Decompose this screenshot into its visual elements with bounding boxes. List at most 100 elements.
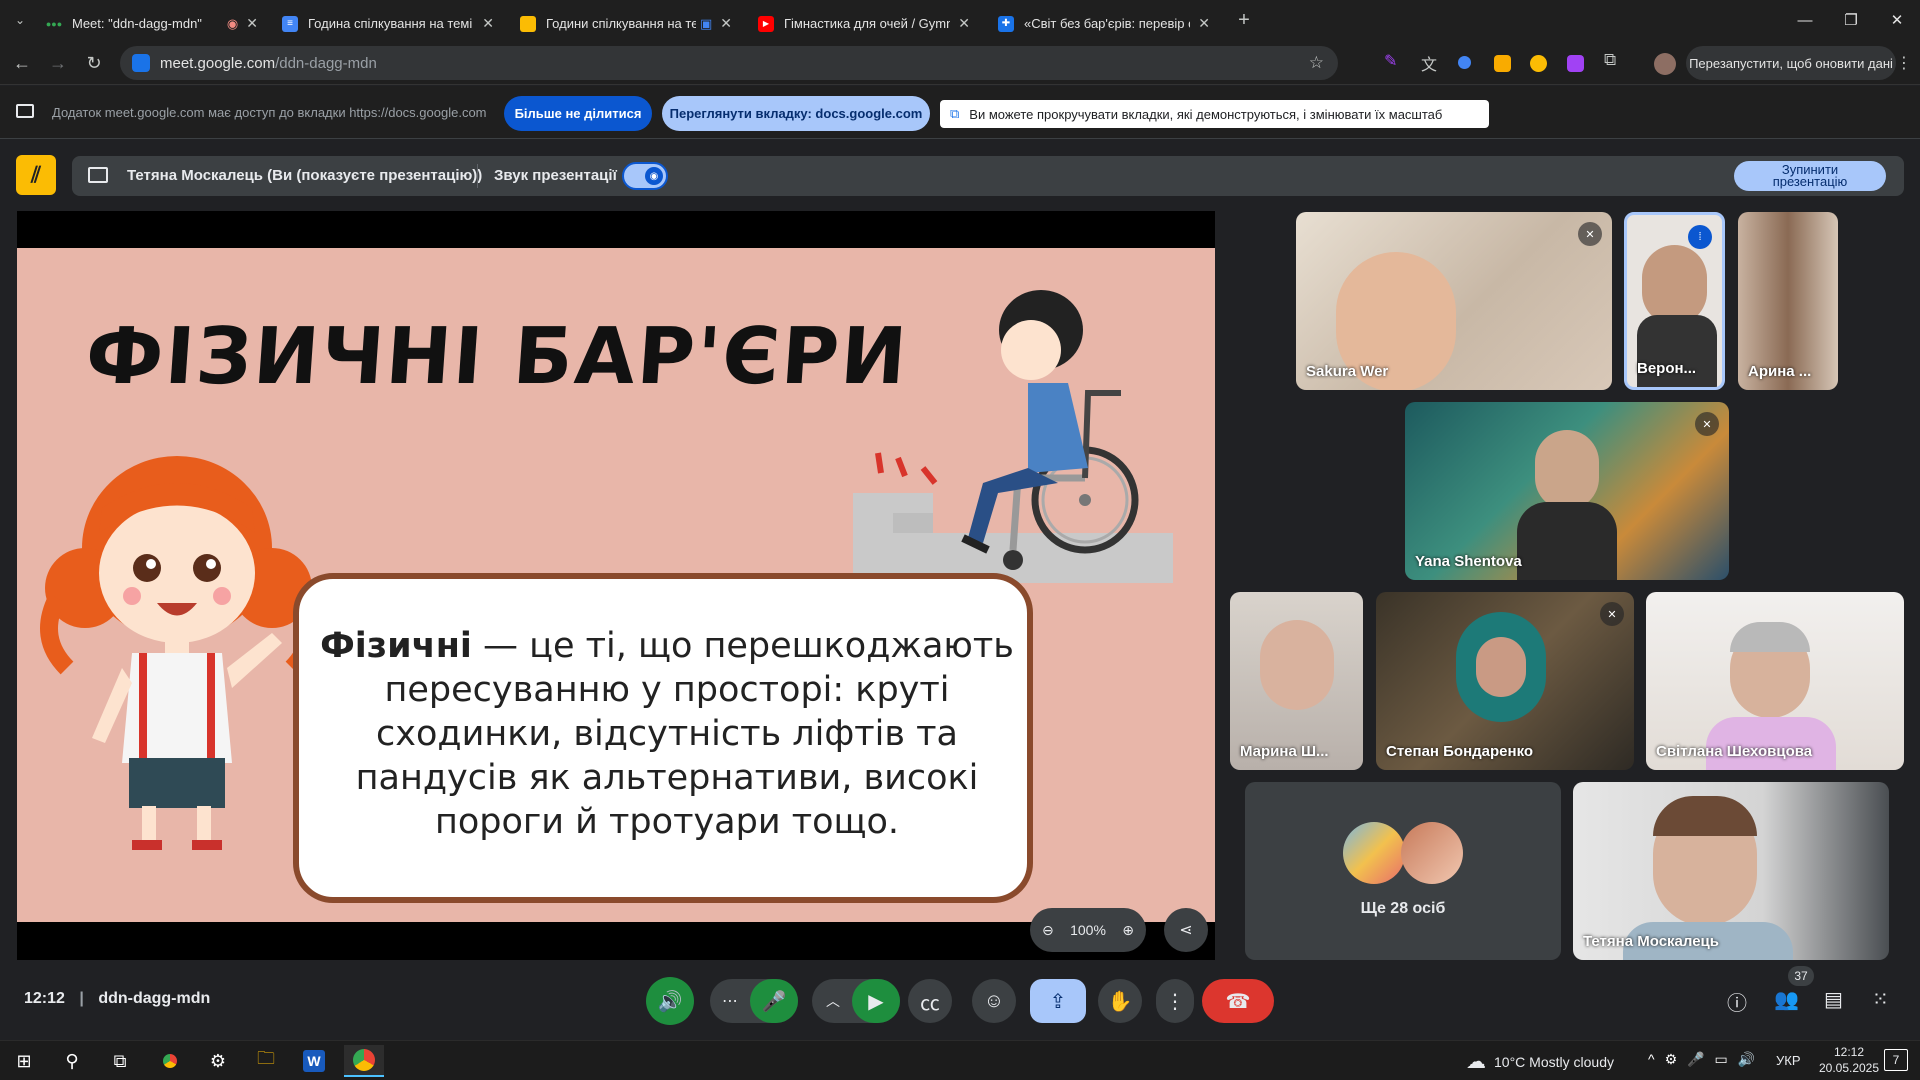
- raise-hand-button[interactable]: ✋: [1098, 979, 1142, 1023]
- yellow-extension-icon[interactable]: [1494, 55, 1511, 72]
- minimize-icon[interactable]: —: [1782, 0, 1828, 40]
- chrome-active-icon[interactable]: [344, 1045, 384, 1077]
- blue-dot-extension-icon[interactable]: [1458, 56, 1471, 69]
- close-icon[interactable]: ✕: [720, 15, 732, 32]
- zoom-in-icon[interactable]: ⊕: [1122, 922, 1134, 939]
- tray-icons[interactable]: ^⚙🎤▭🔊: [1648, 1051, 1765, 1068]
- close-icon[interactable]: ✕: [1198, 15, 1210, 32]
- leave-call-button[interactable]: ☎: [1202, 979, 1274, 1023]
- participant-name: Yana Shentova: [1415, 553, 1522, 570]
- close-icon[interactable]: ✕: [958, 15, 970, 32]
- wheelchair-illustration: [853, 290, 1173, 583]
- tab-search-chevron-icon[interactable]: ⌄: [6, 6, 34, 34]
- reload-icon[interactable]: ↻: [80, 49, 108, 77]
- participant-tile[interactable]: Світлана Шеховцова: [1646, 592, 1904, 770]
- participant-tile[interactable]: ✕ Степан Бондаренко: [1376, 592, 1634, 770]
- chevron-up-icon[interactable]: ︿: [826, 991, 840, 1011]
- emoji-extension-icon[interactable]: [1530, 55, 1547, 72]
- task-view-icon[interactable]: ⧉: [100, 1045, 140, 1077]
- tab-title: Meet: "ddn-dagg-mdn": [72, 16, 202, 31]
- audio-output-button[interactable]: 🔊: [646, 977, 694, 1025]
- others-tile[interactable]: Ще 28 осіб: [1245, 782, 1561, 960]
- stop-sharing-button[interactable]: Більше не ділитися: [504, 96, 652, 131]
- activities-icon[interactable]: ⁙: [1872, 987, 1889, 1012]
- participant-tile[interactable]: Арина ...: [1738, 212, 1838, 390]
- participant-tile[interactable]: ✕ Sakura Wer: [1296, 212, 1612, 390]
- browser-toolbar: ← → ↻ meet.google.com/ddn-dagg-mdn ☆ ✎ 文…: [0, 41, 1920, 85]
- restore-icon[interactable]: ❐: [1828, 0, 1874, 40]
- captions-icon: ㏄: [920, 992, 940, 1015]
- presenting-label: Тетяна Москалець (Ви (показуєте презента…: [127, 167, 483, 184]
- participant-tile[interactable]: ✕ Yana Shentova: [1405, 402, 1729, 580]
- stop-presenting-button[interactable]: Зупинити презентацію: [1734, 161, 1886, 191]
- chat-icon[interactable]: ▤: [1824, 987, 1843, 1012]
- bookmark-star-icon[interactable]: ☆: [1309, 53, 1324, 73]
- tab-youtube[interactable]: ▶ Гімнастика для очей / Gymnas ✕: [748, 6, 980, 41]
- tab-slides[interactable]: Години спілкування на те ▣ ✕: [510, 6, 742, 41]
- participant-video: [1653, 796, 1757, 836]
- address-bar[interactable]: meet.google.com/ddn-dagg-mdn ☆: [120, 46, 1338, 80]
- present-button[interactable]: ⇪: [1030, 979, 1086, 1023]
- tab-site[interactable]: ✚ «Світ без бар'єрів: перевір себ ✕: [988, 6, 1220, 41]
- new-tab-icon[interactable]: +: [1230, 6, 1258, 34]
- meeting-info: 12:12 | ddn-dagg-mdn: [24, 990, 211, 1007]
- chrome-icon[interactable]: [150, 1045, 190, 1077]
- info-icon[interactable]: ⓘ: [1727, 987, 1747, 1016]
- present-icon: ⇪: [1049, 990, 1067, 1013]
- search-icon[interactable]: ⚲: [52, 1045, 92, 1077]
- participant-tile[interactable]: Марина Ш...: [1230, 592, 1363, 770]
- infobar-message: Додаток meet.google.com має доступ до вк…: [52, 105, 487, 120]
- meet-camera-icon: [132, 54, 150, 72]
- file-explorer-icon[interactable]: 🗀: [246, 1045, 286, 1077]
- presentation-audio-label: Звук презентації: [494, 167, 617, 184]
- windows-start-icon[interactable]: ⊞: [4, 1045, 44, 1077]
- weather-widget[interactable]: ☁ 10°C Mostly cloudy: [1466, 1049, 1614, 1074]
- notification-icon[interactable]: 7: [1884, 1049, 1908, 1071]
- participant-video: [1517, 502, 1617, 580]
- speaker-icon: 🔊: [657, 990, 683, 1013]
- language-indicator[interactable]: УКР: [1776, 1053, 1801, 1068]
- more-options-button[interactable]: ⋮: [1156, 979, 1194, 1023]
- reactions-button[interactable]: ☺: [972, 979, 1016, 1023]
- meeting-time: 12:12: [24, 990, 65, 1007]
- url-host: meet.google.com: [160, 54, 276, 72]
- mic-button[interactable]: 🎤: [750, 979, 798, 1023]
- tab-docs[interactable]: ≡ Година спілкування на темі ✕: [272, 6, 504, 41]
- participant-name: Sakura Wer: [1306, 363, 1389, 380]
- more-options-icon[interactable]: ⋯: [722, 991, 738, 1011]
- forward-icon[interactable]: →: [44, 49, 72, 77]
- people-icon[interactable]: 👥: [1774, 987, 1799, 1012]
- pen-extension-icon[interactable]: ✎: [1384, 51, 1401, 70]
- camera-button[interactable]: ▶: [852, 979, 900, 1023]
- back-icon[interactable]: ←: [8, 49, 36, 77]
- meet-icon: ●●●: [45, 18, 63, 29]
- menu-dots-icon[interactable]: ⋮: [1890, 49, 1918, 77]
- definition-term: Фізичні: [320, 626, 472, 666]
- participant-video: [1642, 245, 1707, 325]
- camera-icon: ▶: [868, 990, 884, 1013]
- participant-avatar: [1343, 822, 1405, 884]
- participant-tile[interactable]: Тетяна Москалець: [1573, 782, 1889, 960]
- participant-tile[interactable]: ⁞ Верон...: [1624, 212, 1725, 390]
- youtube-icon: ▶: [758, 15, 774, 32]
- close-icon[interactable]: ✕: [482, 15, 494, 32]
- extensions-puzzle-icon[interactable]: ⧉: [1604, 50, 1621, 69]
- view-tab-button[interactable]: Переглянути вкладку: docs.google.com: [662, 96, 930, 131]
- captions-button[interactable]: ㏄: [908, 979, 952, 1023]
- profile-avatar[interactable]: [1654, 53, 1676, 75]
- purple-extension-icon[interactable]: [1567, 55, 1584, 72]
- close-icon[interactable]: ✕: [246, 15, 258, 32]
- app-icon[interactable]: ⚙: [198, 1045, 238, 1077]
- tab-title: Година спілкування на темі: [308, 16, 473, 31]
- translate-extension-icon[interactable]: 文: [1421, 51, 1438, 74]
- weather-text: 10°C Mostly cloudy: [1494, 1053, 1614, 1070]
- zoom-out-icon[interactable]: ⊖: [1042, 922, 1054, 939]
- clock[interactable]: 12:12 20.05.2025: [1814, 1044, 1884, 1076]
- tab-meet[interactable]: ●●● Meet: "ddn-dagg-mdn" ◉ ✕: [36, 6, 268, 41]
- present-layout-icon[interactable]: ⫽: [16, 155, 56, 195]
- relaunch-button[interactable]: Перезапустити, щоб оновити дані: [1686, 46, 1896, 80]
- presentation-audio-toggle[interactable]: ◉: [622, 162, 668, 190]
- window-close-icon[interactable]: ✕: [1874, 0, 1920, 40]
- share-icon[interactable]: ⋖: [1164, 908, 1208, 952]
- word-icon[interactable]: W: [294, 1045, 334, 1077]
